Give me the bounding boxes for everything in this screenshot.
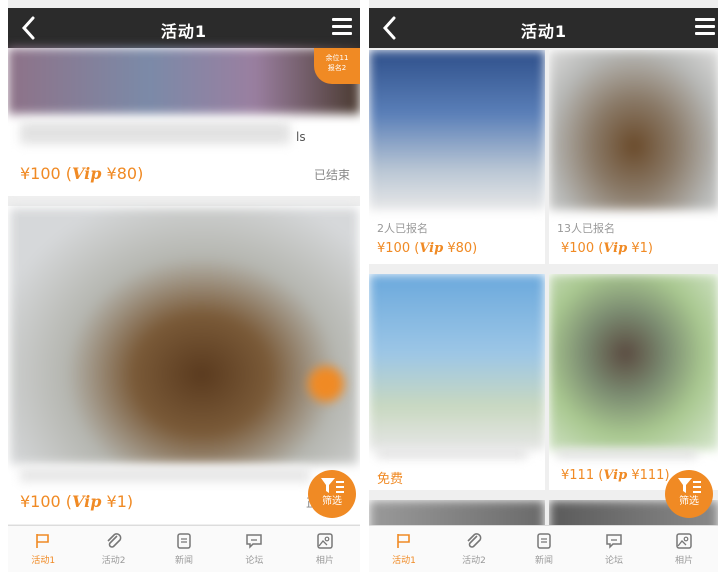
bottom-nav: 活动1 活动2 新闻 论坛 相片 <box>369 525 718 572</box>
image-overlay-dot <box>308 366 344 402</box>
activity-image <box>369 50 545 210</box>
page-title: 活动1 <box>160 22 208 41</box>
nav-tab-activity1[interactable]: 活动1 <box>8 526 78 572</box>
filter-label: 筛选 <box>322 496 342 507</box>
photo-icon <box>676 533 692 549</box>
activity-title-blurred <box>557 450 697 458</box>
activity-grid-card[interactable]: ¥111 (Vip ¥111) <box>549 274 718 490</box>
signup-count: 2人已报名 <box>377 222 428 235</box>
paperclip-icon <box>107 533 121 548</box>
activity-title-blurred <box>20 122 290 144</box>
activity-price: ¥100 (Vip ¥1) <box>20 492 134 511</box>
nav-tab-activity1[interactable]: 活动1 <box>369 526 439 572</box>
menu-icon[interactable] <box>332 18 352 38</box>
activity-price: ¥100 (Vip ¥1) <box>561 241 653 256</box>
activity-image <box>549 274 718 450</box>
filter-button[interactable]: 筛选 <box>308 470 356 518</box>
activity-title-blurred <box>377 450 527 458</box>
vip-label: Vip <box>603 241 628 256</box>
activity-card[interactable]: ¥100 (Vip ¥1) 正 <box>8 206 360 524</box>
activity-status: 已结束 <box>313 168 350 182</box>
menu-icon[interactable] <box>695 18 715 38</box>
vip-label: Vip <box>603 468 628 483</box>
nav-tab-forum[interactable]: 论坛 <box>579 526 649 572</box>
nav-tab-activity2[interactable]: 活动2 <box>78 526 148 572</box>
signup-count: 13人已报名 <box>557 222 615 235</box>
flag-icon <box>397 534 410 548</box>
paperclip-icon <box>467 533 482 548</box>
activity-price: ¥100 (Vip ¥80) <box>377 241 478 256</box>
activity-image <box>10 208 358 464</box>
activity-price: ¥100 (Vip ¥80) <box>20 164 144 183</box>
top-bar: 活动1 <box>8 8 360 48</box>
activity-title-blurred <box>20 468 310 482</box>
nav-tab-activity2[interactable]: 活动2 <box>439 526 509 572</box>
activity-image <box>8 48 360 114</box>
top-bar: 活动1 <box>369 8 718 48</box>
nav-tab-photos[interactable]: 相片 <box>649 526 718 572</box>
activity-image <box>549 50 718 210</box>
filter-label: 筛选 <box>679 496 699 507</box>
document-icon <box>537 533 551 549</box>
activity-price: ¥111 (Vip ¥111) <box>561 468 670 483</box>
vip-label: Vip <box>419 241 444 256</box>
activity-title-tail: ls <box>296 130 306 144</box>
activity-card[interactable]: ls ¥100 (Vip ¥80) 已结束 <box>8 48 360 196</box>
photo-icon <box>317 533 333 549</box>
activity-grid-card[interactable]: 2人已报名 ¥100 (Vip ¥80) <box>369 50 545 264</box>
document-icon <box>177 533 191 549</box>
filter-icon <box>678 478 701 493</box>
chat-icon <box>246 534 263 549</box>
filter-button[interactable]: 筛选 <box>665 470 713 518</box>
page-title: 活动1 <box>520 22 568 41</box>
activity-image <box>369 274 545 450</box>
seats-badge: 余位11 报名2 <box>314 48 360 84</box>
bottom-nav: 活动1 活动2 新闻 论坛 相片 <box>8 525 360 572</box>
vip-label: Vip <box>72 164 102 183</box>
activity-price: 免费 <box>377 472 404 487</box>
phone-screen-list: 活动1 ls ¥100 (Vip ¥80) 已结束 余位11 报名2 ¥100 … <box>8 0 360 572</box>
chat-icon <box>606 534 622 549</box>
nav-tab-forum[interactable]: 论坛 <box>219 526 289 572</box>
flag-icon <box>36 534 50 548</box>
activity-grid-card[interactable]: 13人已报名 ¥100 (Vip ¥1) <box>549 50 718 264</box>
phone-screen-grid: 活动1 2人已报名 ¥100 (Vip ¥80) 13人已报名 ¥100 (Vi… <box>369 0 718 572</box>
nav-tab-news[interactable]: 新闻 <box>509 526 579 572</box>
activity-grid-card[interactable]: 免费 <box>369 274 545 490</box>
nav-tab-photos[interactable]: 相片 <box>290 526 360 572</box>
nav-tab-news[interactable]: 新闻 <box>149 526 219 572</box>
filter-icon <box>321 478 344 493</box>
vip-label: Vip <box>72 492 102 511</box>
